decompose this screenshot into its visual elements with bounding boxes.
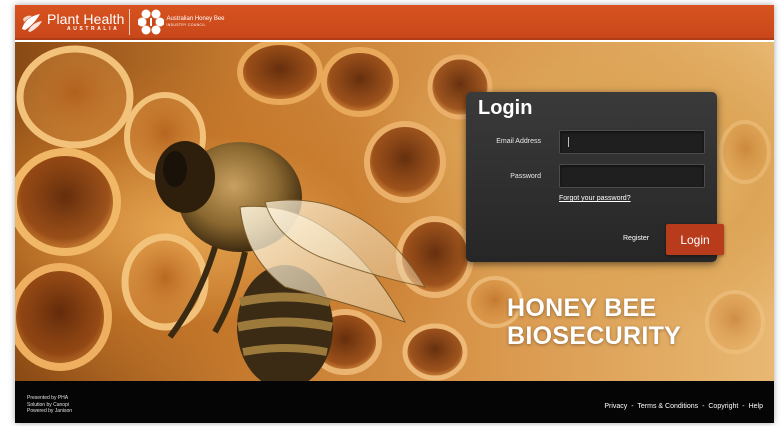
ahbic-logo[interactable]: Australian Honey Bee INDUSTRY COUNCIL: [138, 9, 225, 35]
hero-banner: HONEY BEE BIOSECURITY Login Email Addres…: [15, 42, 774, 381]
brand-name-ahbic: Australian Honey Bee: [166, 16, 225, 22]
help-link[interactable]: Help: [749, 403, 763, 410]
site-header: Plant Health AUSTRALIA Australian Honey …: [15, 5, 774, 40]
brand-sub-pha: AUSTRALIA: [67, 25, 120, 32]
login-panel: Login Email Address Password Forgot your…: [466, 92, 724, 262]
password-label: Password: [510, 173, 541, 180]
forgot-password-link[interactable]: Forgot your password?: [559, 195, 631, 202]
brand-name-pha: Plant Health: [47, 10, 125, 27]
plant-health-leaf-icon: [22, 13, 42, 32]
password-field[interactable]: [559, 164, 705, 188]
login-button[interactable]: Login: [666, 224, 724, 255]
footer-links: Privacy - Terms & Conditions - Copyright…: [604, 403, 763, 410]
footer-separator: -: [742, 403, 745, 410]
credit-presented-by: Presented by PHA: [27, 395, 69, 401]
hero-title-line2: BIOSECURITY: [507, 322, 682, 350]
register-link[interactable]: Register: [623, 235, 649, 242]
terms-link[interactable]: Terms & Conditions: [637, 403, 698, 410]
footer-separator: -: [702, 403, 705, 410]
honeycomb-bee-icon: [138, 9, 165, 34]
copyright-link[interactable]: Copyright: [708, 403, 738, 410]
privacy-link[interactable]: Privacy: [604, 403, 627, 410]
site-footer: Presented by PHA Solution by Canopi Powe…: [15, 381, 774, 423]
hero-title-line1: HONEY BEE: [507, 294, 657, 322]
honey-bee-illustration: [155, 141, 427, 381]
plant-health-australia-logo[interactable]: Plant Health AUSTRALIA: [20, 11, 124, 33]
email-field[interactable]: [559, 130, 705, 154]
footer-credits: Presented by PHA Solution by Canopi Powe…: [27, 395, 72, 415]
credit-powered-by: Powered by Janison: [27, 408, 73, 414]
login-heading: Login: [478, 97, 533, 119]
brand-sub-ahbic: INDUSTRY COUNCIL: [166, 23, 206, 27]
header-divider: [129, 8, 131, 35]
text-caret: [568, 137, 569, 147]
app-frame: Plant Health AUSTRALIA Australian Honey …: [15, 5, 774, 423]
hero-title: HONEY BEE BIOSECURITY: [507, 294, 681, 350]
footer-separator: -: [631, 403, 634, 410]
email-label: Email Address: [496, 138, 541, 145]
